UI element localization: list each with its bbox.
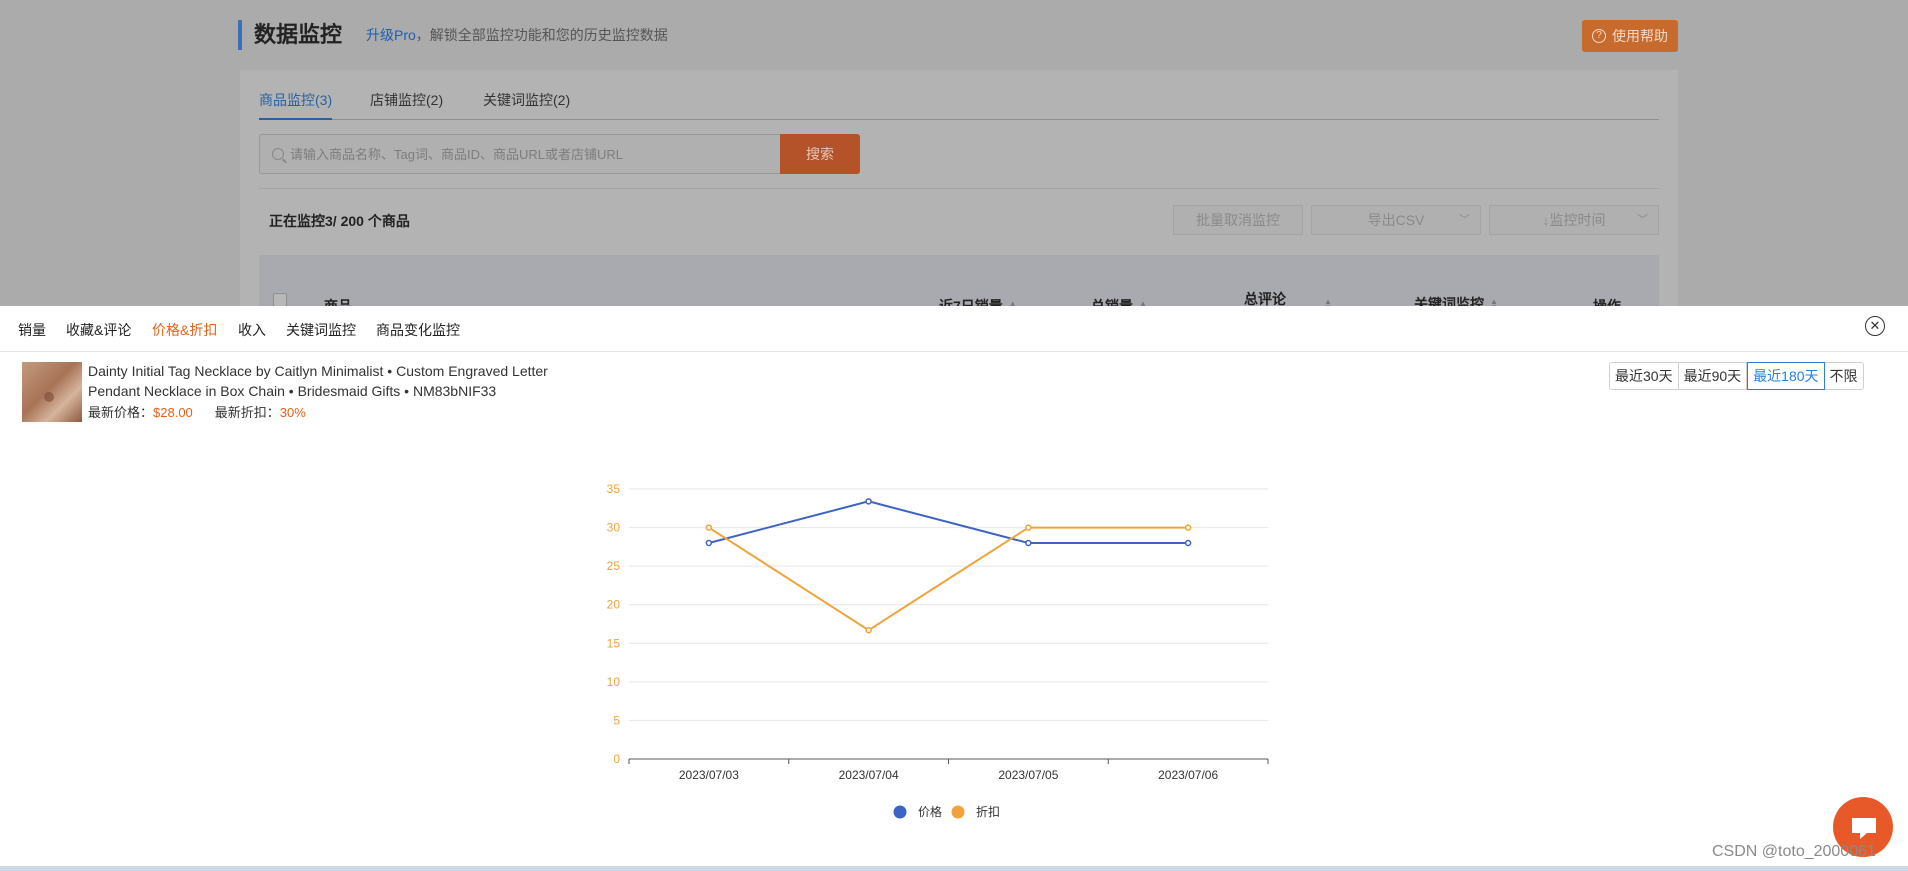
tab-shop-monitor[interactable]: 店铺监控(2) [370,90,443,110]
export-csv-select[interactable]: 导出CSV ﹀ [1311,205,1481,235]
sort-time-select[interactable]: ↓监控时间 ﹀ [1489,205,1659,235]
date-range-selector: 最近30天 最近90天 最近180天 不限 [1609,362,1864,390]
monitor-tabs: 商品监控(3) 店铺监控(2) 关键词监控(2) [259,90,1659,120]
range-unlimited[interactable]: 不限 [1825,363,1863,389]
select-all-checkbox[interactable] [273,293,287,307]
price-label: 最新价格： [88,405,154,420]
panel-tab-keyword-monitor[interactable]: 关键词监控 [286,320,356,340]
range-30-days[interactable]: 最近30天 [1610,363,1679,389]
tab-product-monitor[interactable]: 商品监控(3) [259,90,333,120]
panel-tabs: 销量 收藏&评论 价格&折扣 收入 关键词监控 商品变化监控 ✕ [0,306,1908,352]
batch-cancel-button[interactable]: 批量取消监控 [1173,205,1303,235]
close-icon[interactable]: ✕ [1865,316,1885,336]
panel-tab-favorites-reviews[interactable]: 收藏&评论 [66,320,131,340]
sort-time-label: ↓监控时间 [1542,212,1606,228]
discount-label: 最新折扣： [214,405,280,420]
upgrade-text: ，解锁全部监控功能和您的历史监控数据 [415,27,668,43]
discount-value: 30% [279,405,306,420]
upgrade-link[interactable]: 升级Pro [366,27,416,43]
page-title: 数据监控 [254,22,343,47]
search-button[interactable]: 搜索 [780,134,860,174]
upgrade-notice: 升级Pro，解锁全部监控功能和您的历史监控数据 [366,26,668,44]
panel-tab-product-changes[interactable]: 商品变化监控 [376,320,460,340]
product-title-line1: Dainty Initial Tag Necklace by Caitlyn M… [88,363,548,379]
watermark: CSDN @toto_2000061 [1712,843,1876,860]
panel-tab-sales[interactable]: 销量 [18,320,46,340]
col-total-reviews-label: 总评论 [1244,291,1286,307]
horizontal-scrollbar[interactable] [0,866,1908,871]
price-value: $28.00 [153,405,193,420]
range-180-days[interactable]: 最近180天 [1747,362,1825,390]
question-icon: ? [1592,29,1606,43]
panel-tab-price-discount[interactable]: 价格&折扣 [152,320,217,340]
export-csv-label: 导出CSV [1367,212,1425,228]
range-90-days[interactable]: 最近90天 [1679,363,1748,389]
page-header: 数据监控 升级Pro，解锁全部监控功能和您的历史监控数据 ? 使用帮助 [238,20,1678,52]
chevron-down-icon: ﹀ [1637,214,1648,226]
monitor-count: 正在监控3/ 200 个商品 [269,213,410,229]
divider [259,188,1659,189]
title-accent-bar [238,20,242,50]
monitor-card: 商品监控(3) 店铺监控(2) 关键词监控(2) 搜索 正在监控3/ 200 个… [240,70,1678,330]
chevron-down-icon: ﹀ [1459,214,1470,226]
search-input[interactable] [290,146,770,162]
product-thumbnail [22,362,82,422]
panel-tab-revenue[interactable]: 收入 [238,320,266,340]
help-button-label: 使用帮助 [1612,28,1668,44]
product-title[interactable]: Dainty Initial Tag Necklace by Caitlyn M… [88,361,608,401]
detail-panel: 销量 收藏&评论 价格&折扣 收入 关键词监控 商品变化监控 ✕ Dainty … [0,306,1908,871]
tab-keyword-monitor[interactable]: 关键词监控(2) [483,90,570,110]
chat-icon [1852,818,1876,839]
product-title-line2: Pendant Necklace in Box Chain • Bridesma… [88,383,497,399]
price-info: 最新价格：$28.00 最新折扣：30% [88,402,328,421]
search-field[interactable] [259,134,781,174]
help-button[interactable]: ? 使用帮助 [1582,20,1678,52]
search-icon [272,148,284,160]
